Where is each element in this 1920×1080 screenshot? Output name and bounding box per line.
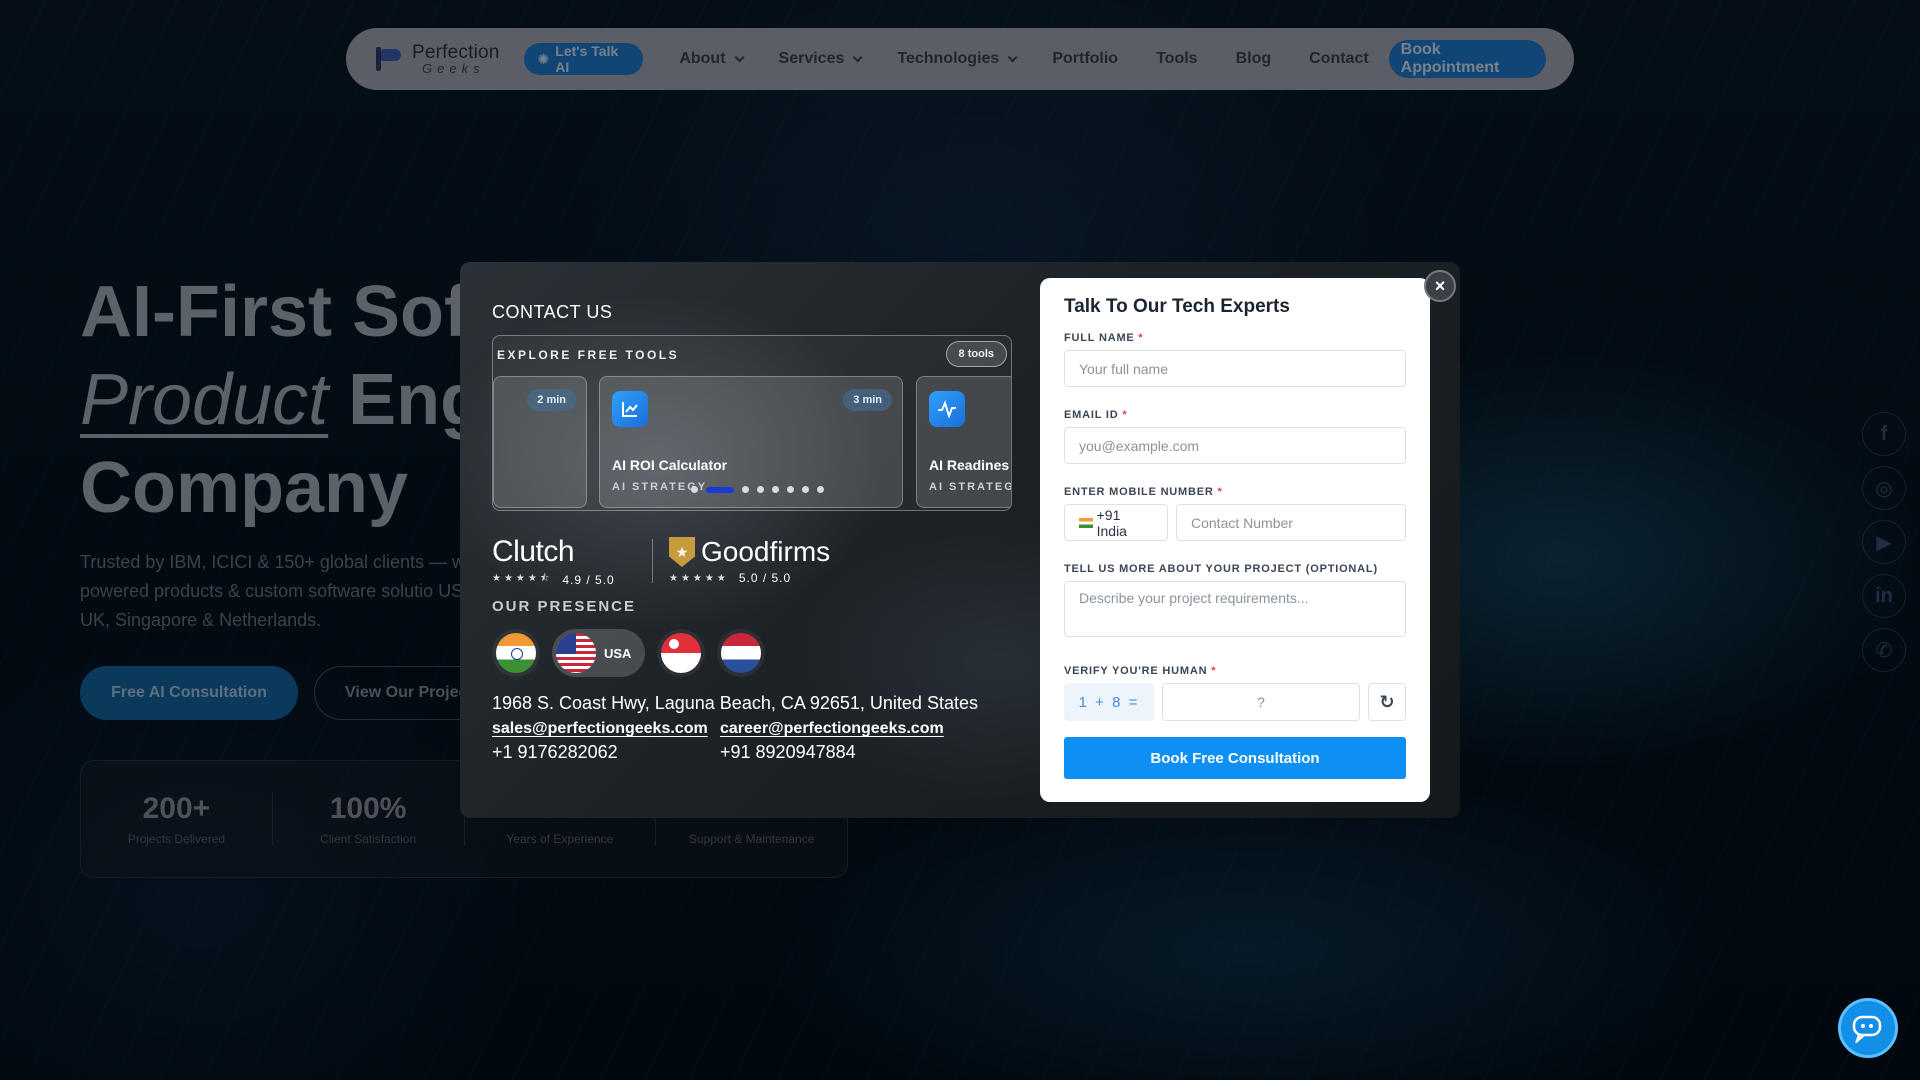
clutch-score: 4.9 / 5.0	[562, 572, 615, 587]
tool-card[interactable]: 2 min	[493, 376, 587, 508]
label-text: FULL NAME	[1064, 332, 1135, 344]
full-name-input[interactable]: Your full name	[1064, 350, 1406, 387]
captcha-row: 1 + 8 = ? ↻	[1064, 683, 1406, 721]
close-icon[interactable]: ×	[1424, 270, 1456, 302]
star-rating-icon: ★★★★⯪	[492, 573, 553, 584]
country-code-select[interactable]: +91 India	[1064, 504, 1168, 541]
goodfirms-rating[interactable]: ★ Goodfirms ★★★★★ 5.0 / 5.0	[669, 537, 830, 585]
clutch-logo: Clutch	[492, 535, 575, 568]
tool-card-ai-readiness[interactable]: AI Readines AI STRATEG	[916, 376, 1012, 508]
mobile-number-input[interactable]: Contact Number	[1176, 504, 1406, 541]
netherlands-flag-icon	[721, 633, 762, 673]
phone-us[interactable]: +1 9176282062	[492, 742, 720, 763]
full-name-label: FULL NAME *	[1064, 332, 1406, 344]
phone-row: +91 India Contact Number	[1064, 504, 1406, 541]
mobile-label: ENTER MOBILE NUMBER *	[1064, 486, 1406, 498]
carousel-dots	[691, 486, 824, 493]
carousel-dot[interactable]	[757, 486, 764, 493]
clutch-rating[interactable]: Clutch ★★★★⯪ 4.9 / 5.0	[492, 537, 642, 588]
free-tools-carousel: EXPLORE FREE TOOLS 8 tools 2 min 3 min A…	[492, 335, 1012, 511]
country-singapore[interactable]	[657, 629, 706, 677]
chat-bot-icon[interactable]	[1838, 998, 1898, 1058]
label-text: VERIFY YOU'RE HUMAN	[1064, 665, 1208, 677]
country-label: USA	[604, 645, 632, 661]
tools-heading: EXPLORE FREE TOOLS	[497, 348, 680, 362]
carousel-dot[interactable]	[742, 486, 749, 493]
form-title: Talk To Our Tech Experts	[1064, 296, 1290, 317]
required-mark: *	[1138, 332, 1144, 344]
contact-info-panel: CONTACT US EXPLORE FREE TOOLS 8 tools 2 …	[492, 302, 1012, 763]
goodfirms-shield-icon: ★	[669, 537, 695, 567]
phone-in[interactable]: +91 8920947884	[720, 742, 980, 763]
usa-flag-icon	[556, 633, 596, 673]
project-label: TELL US MORE ABOUT YOUR PROJECT (OPTIONA…	[1064, 563, 1378, 575]
india-flag-icon	[496, 633, 536, 673]
contact-title: CONTACT US	[492, 302, 613, 322]
carousel-dot[interactable]	[772, 486, 779, 493]
office-address: 1968 S. Coast Hwy, Laguna Beach, CA 9265…	[492, 693, 978, 713]
country-india[interactable]	[492, 629, 540, 677]
project-description-textarea[interactable]: Describe your project requirements...	[1064, 581, 1406, 637]
divider	[652, 539, 653, 583]
chart-line-icon	[612, 391, 648, 427]
presence-title: OUR PRESENCE	[492, 598, 637, 615]
tool-duration-badge: 3 min	[843, 389, 892, 411]
refresh-icon[interactable]: ↻	[1368, 683, 1406, 721]
carousel-dot[interactable]	[787, 486, 794, 493]
required-mark: *	[1217, 486, 1223, 498]
email-label: EMAIL ID *	[1064, 409, 1406, 421]
consultation-form: Talk To Our Tech Experts FULL NAME * You…	[1040, 278, 1430, 802]
captcha-label: VERIFY YOU'RE HUMAN *	[1064, 665, 1406, 677]
star-rating-icon: ★★★★★	[669, 572, 729, 584]
captcha-question: 1 + 8 =	[1064, 683, 1154, 721]
tool-name: AI ROI Calculator	[612, 457, 728, 473]
carousel-dot[interactable]	[817, 486, 824, 493]
carousel-dot[interactable]	[691, 486, 698, 493]
email-input[interactable]: you@example.com	[1064, 427, 1406, 464]
country-usa[interactable]: USA	[552, 629, 646, 677]
book-free-consultation-button[interactable]: Book Free Consultation	[1064, 737, 1406, 779]
carousel-dot[interactable]	[802, 486, 809, 493]
country-code-value: +91 India	[1096, 506, 1127, 539]
india-flag-icon	[1079, 517, 1093, 528]
tool-name: AI Readines	[929, 457, 1010, 473]
ratings-row: Clutch ★★★★⯪ 4.9 / 5.0 ★ Goodfirms ★★★★★…	[492, 537, 1012, 588]
country-netherlands[interactable]	[717, 629, 766, 677]
captcha-answer-input[interactable]: ?	[1162, 683, 1360, 721]
label-text: EMAIL ID	[1064, 409, 1119, 421]
label-text: ENTER MOBILE NUMBER	[1064, 486, 1214, 498]
contact-details: sales@perfectiongeeks.com career@perfect…	[492, 720, 1012, 763]
tool-category: AI STRATEG	[929, 481, 1012, 493]
career-email-link[interactable]: career@perfectiongeeks.com	[720, 720, 980, 738]
required-mark: *	[1122, 409, 1128, 421]
goodfirms-logo: Goodfirms	[701, 536, 831, 567]
goodfirms-score: 5.0 / 5.0	[738, 571, 792, 585]
required-mark: *	[1211, 665, 1217, 677]
singapore-flag-icon	[661, 633, 702, 673]
tools-count-badge: 8 tools	[945, 341, 1007, 367]
pulse-icon	[929, 391, 965, 427]
country-selector: USA	[492, 629, 1012, 677]
carousel-dot-active[interactable]	[706, 486, 734, 493]
tool-duration-badge: 2 min	[527, 389, 576, 411]
sales-email-link[interactable]: sales@perfectiongeeks.com	[492, 720, 720, 738]
